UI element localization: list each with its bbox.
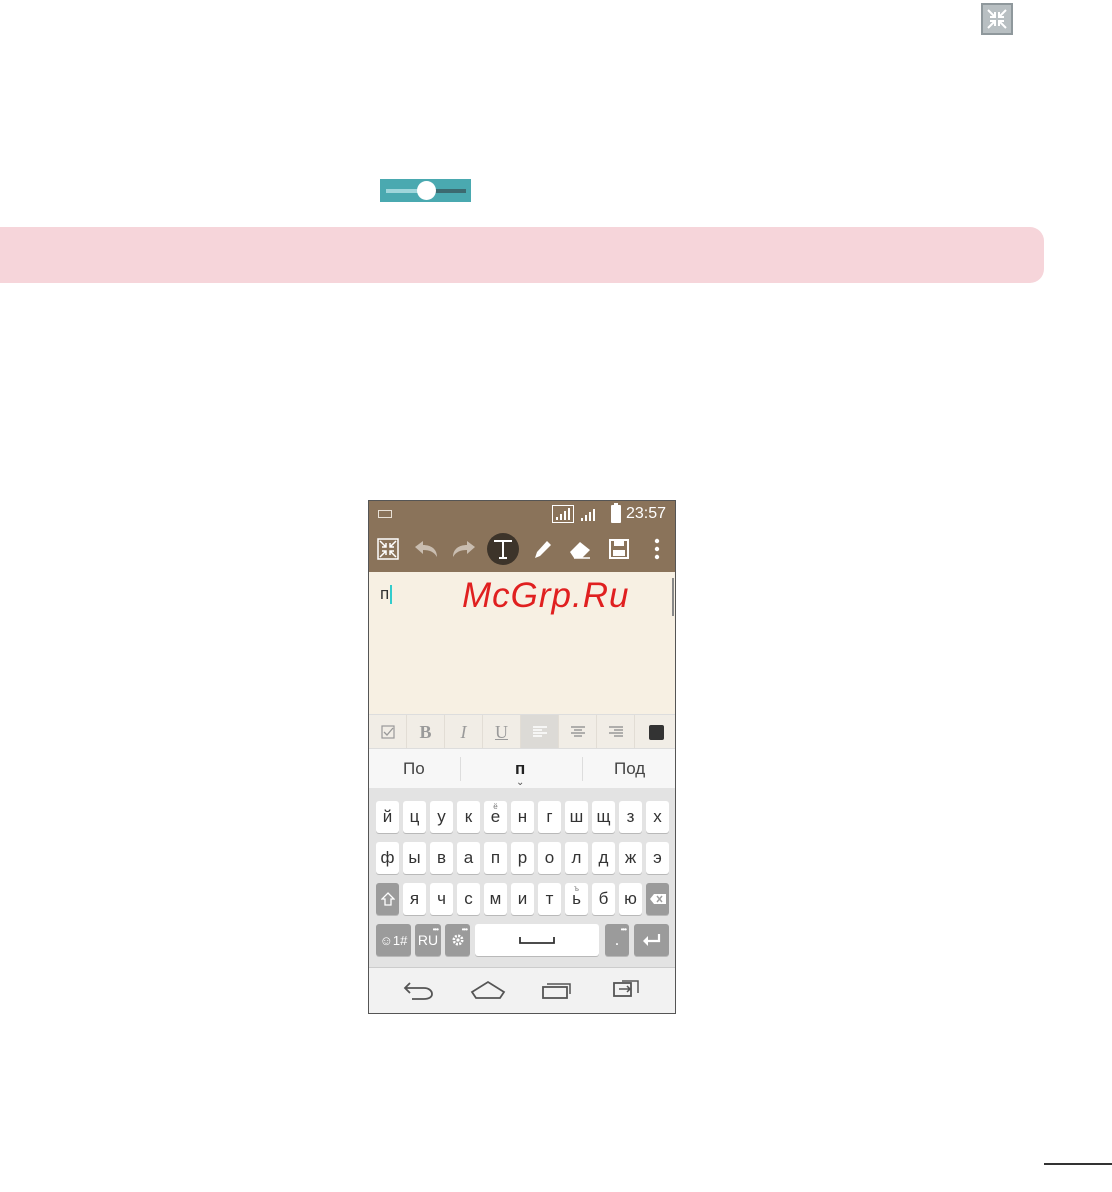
signal-icon [552,505,574,523]
key[interactable]: к [457,801,480,833]
memo-editor[interactable]: п McGrp.Ru [369,572,675,714]
align-center-button[interactable] [559,715,597,749]
suggestion-right[interactable]: Под [614,759,645,779]
underline-button[interactable]: U [483,715,521,749]
key[interactable]: ы [403,842,426,874]
key[interactable]: ч [430,883,453,915]
key[interactable]: м [484,883,507,915]
key[interactable]: и [511,883,534,915]
key[interactable]: з [619,801,642,833]
suggestion-middle[interactable]: п [515,759,525,779]
key[interactable]: ш [565,801,588,833]
suggestion-left[interactable]: По [403,759,425,779]
key[interactable]: ц [403,801,426,833]
pen-icon[interactable] [526,533,558,565]
key-sup: ъ [574,884,579,893]
backspace-key[interactable] [646,883,669,915]
settings-key[interactable]: ••• [445,924,470,956]
key[interactable]: ъь [565,883,588,915]
key[interactable]: д [592,842,615,874]
note-band [0,227,1044,283]
editor-text: п [380,584,393,605]
period-key[interactable]: •••. [605,924,629,956]
dual-window-icon[interactable] [610,978,642,1005]
key[interactable]: в [430,842,453,874]
shift-key[interactable] [376,883,399,915]
space-key[interactable] [475,924,599,956]
undo-icon[interactable] [410,533,442,565]
key[interactable]: т [538,883,561,915]
enter-icon [642,934,660,946]
key[interactable]: й [376,801,399,833]
key[interactable]: н [511,801,534,833]
key[interactable]: б [592,883,615,915]
redo-icon[interactable] [448,533,480,565]
back-icon[interactable] [402,978,434,1005]
bold-button[interactable]: B [407,715,445,749]
more-icon[interactable] [641,533,673,565]
checkbox-button[interactable] [369,715,407,749]
page-divider [1044,1163,1112,1165]
align-left-button[interactable] [521,715,559,749]
key[interactable]: ф [376,842,399,874]
key[interactable]: э [646,842,669,874]
key[interactable]: щ [592,801,615,833]
minimize-icon [981,3,1013,35]
home-icon[interactable] [470,978,506,1005]
symbols-key[interactable]: ☺1# [376,924,411,956]
shift-icon [380,892,395,906]
chevron-down-icon: ⌄ [516,777,525,788]
key[interactable]: с [457,883,480,915]
key[interactable]: г [538,801,561,833]
memo-toolbar [369,527,675,572]
align-right-button[interactable] [597,715,635,749]
space-icon [519,937,555,944]
text-color-button[interactable] [637,715,675,749]
phone-screenshot: 23:57 п McGrp.Ru B I U По п ⌄ Под й ц у … [368,500,676,1014]
key[interactable]: ёе [484,801,507,833]
recent-apps-icon[interactable] [541,978,573,1005]
italic-button[interactable]: I [445,715,483,749]
status-time: 23:57 [626,505,667,522]
text-cursor [390,585,393,605]
key[interactable]: р [511,842,534,874]
save-icon[interactable] [603,533,635,565]
key[interactable]: а [457,842,480,874]
key[interactable]: у [430,801,453,833]
backspace-icon [649,894,666,904]
gear-icon [452,934,463,946]
battery-icon [611,503,621,523]
signal-icon-2 [578,505,600,523]
key[interactable]: л [565,842,588,874]
language-key[interactable]: ••• RU [415,924,441,956]
enter-key[interactable] [634,924,669,956]
key[interactable]: ю [619,883,642,915]
minimize-icon[interactable] [372,533,404,565]
text-icon[interactable] [487,533,519,565]
key[interactable]: п [484,842,507,874]
key[interactable]: ж [619,842,642,874]
key[interactable]: х [646,801,669,833]
key[interactable]: я [403,883,426,915]
key-sup: ё [493,802,498,811]
suggestion-bar: По п ⌄ Под [369,748,675,789]
editor-scrollbar [672,578,674,616]
navigation-bar [369,967,675,1013]
slider-icon [380,179,471,202]
format-bar: B I U [369,714,675,749]
status-bar: 23:57 [369,501,675,527]
watermark: McGrp.Ru [462,576,630,615]
keyboard: й ц у к ёе н г ш щ з х ф ы в а п р о л д… [369,788,675,967]
eraser-icon[interactable] [564,533,596,565]
keyboard-status-icon [378,510,392,518]
key[interactable]: о [538,842,561,874]
